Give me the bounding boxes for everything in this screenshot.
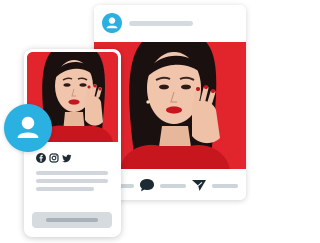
post-author-name-placeholder bbox=[129, 21, 193, 26]
button-label-placeholder bbox=[46, 218, 98, 222]
instagram-icon[interactable] bbox=[49, 153, 59, 163]
bio-placeholder-line bbox=[36, 187, 94, 191]
facebook-icon[interactable] bbox=[36, 153, 46, 163]
action-placeholder-line bbox=[212, 184, 238, 188]
profile-avatar[interactable] bbox=[4, 104, 52, 152]
user-icon bbox=[106, 17, 118, 29]
post-author-avatar[interactable] bbox=[102, 13, 122, 33]
action-placeholder-line bbox=[160, 184, 186, 188]
follow-button[interactable] bbox=[32, 212, 112, 228]
social-post-illustration bbox=[0, 0, 251, 243]
twitter-icon[interactable] bbox=[62, 153, 72, 163]
post-header bbox=[94, 5, 246, 40]
bio-placeholder-line bbox=[36, 179, 108, 183]
user-icon bbox=[17, 116, 39, 138]
social-links bbox=[36, 153, 72, 163]
send-icon[interactable] bbox=[190, 176, 208, 194]
bio-placeholder-line bbox=[36, 171, 108, 175]
chat-bubble-icon[interactable] bbox=[138, 176, 156, 194]
